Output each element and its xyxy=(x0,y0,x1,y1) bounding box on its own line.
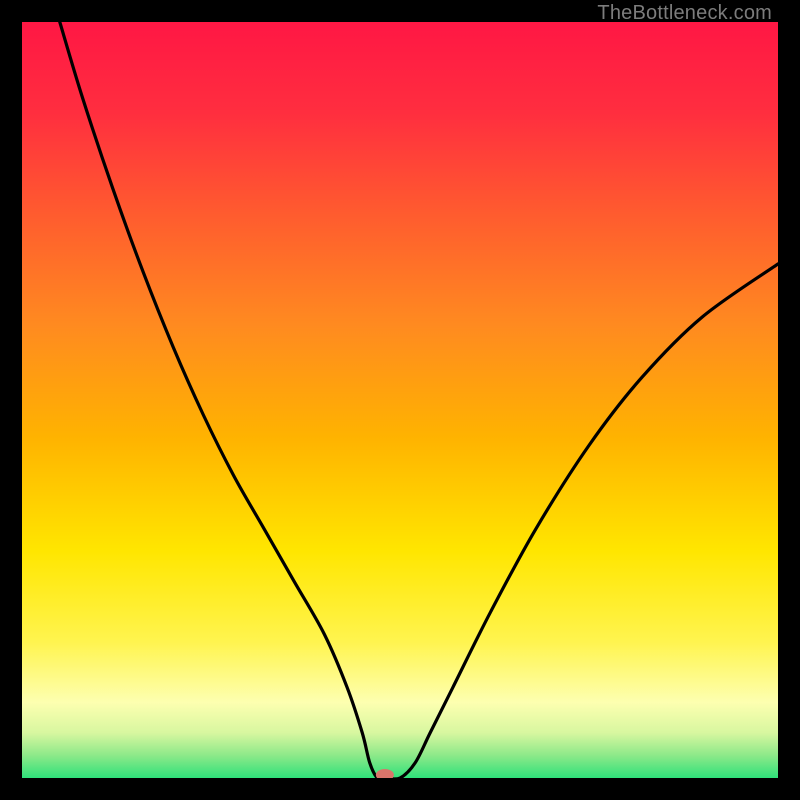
chart-background xyxy=(22,22,778,778)
chart-frame xyxy=(22,22,778,778)
bottleneck-chart xyxy=(22,22,778,778)
watermark-text: TheBottleneck.com xyxy=(597,2,772,25)
